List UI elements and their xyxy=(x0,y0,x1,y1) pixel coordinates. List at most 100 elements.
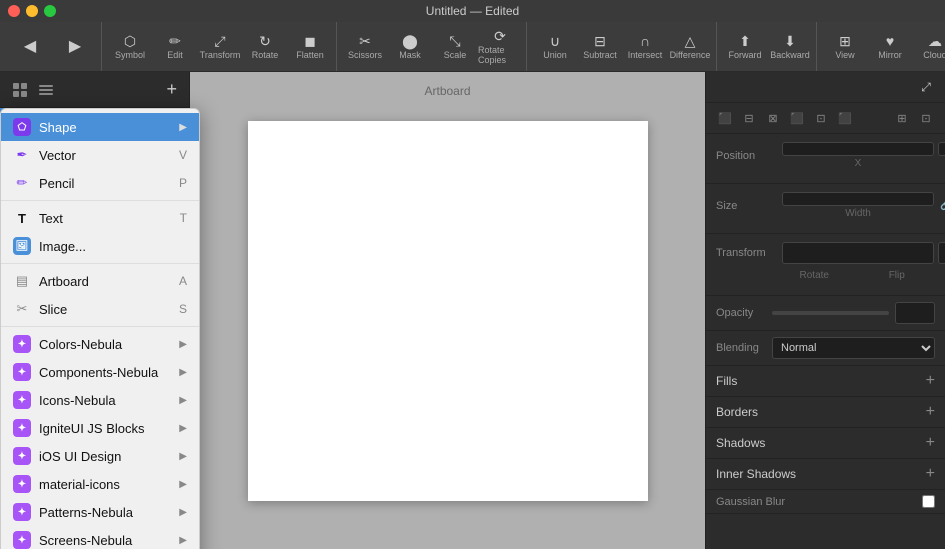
menu-item-icons-nebula[interactable]: ✦Icons-Nebula▶ xyxy=(1,386,199,414)
add-inner-shadow-button[interactable]: + xyxy=(926,465,935,483)
forward-label: Forward xyxy=(728,50,761,60)
menu-item-slice[interactable]: ✂SliceS xyxy=(1,295,199,323)
toolbar-back-button[interactable]: ◀ xyxy=(8,25,52,69)
view-icon: ⊞ xyxy=(839,34,851,48)
lock-icon[interactable]: 🔗 xyxy=(938,192,945,219)
toolbar-forward-button2[interactable]: ⬆ Forward xyxy=(723,25,767,69)
toolbar-transform-button[interactable]: ⤢ Transform xyxy=(198,25,242,69)
view-mode-button[interactable] xyxy=(8,78,32,102)
toolbar-scale-button[interactable]: ⤡ Scale xyxy=(433,25,477,69)
menu-item-shape[interactable]: ⬠Shape▶ xyxy=(1,113,199,141)
add-border-button[interactable]: + xyxy=(926,403,935,421)
menu-item-artboard[interactable]: ▤ArtboardA xyxy=(1,267,199,295)
toolbar-view-button[interactable]: ⊞ View xyxy=(823,25,867,69)
borders-section: Borders + xyxy=(706,397,945,428)
minimize-button[interactable] xyxy=(26,5,38,17)
opacity-input[interactable] xyxy=(895,302,935,324)
align-right-button[interactable]: ⊠ xyxy=(762,107,784,129)
vector-menu-label: Vector xyxy=(39,148,171,163)
add-fill-button[interactable]: + xyxy=(926,372,935,390)
material-icons-menu-icon: ✦ xyxy=(13,475,31,493)
right-icon-row: ⤢ xyxy=(706,72,945,103)
mask-label: Mask xyxy=(399,50,421,60)
toolbar-scissors-button[interactable]: ✂ Scissors xyxy=(343,25,387,69)
toolbar-difference-button[interactable]: △ Difference xyxy=(668,25,712,69)
edit-icon: ✏ xyxy=(169,34,181,48)
menu-item-text[interactable]: TTextT xyxy=(1,204,199,232)
inspector-resize-icon[interactable]: ⤢ xyxy=(915,76,937,98)
patterns-nebula-menu-label: Patterns-Nebula xyxy=(39,505,171,520)
toolbar-forward-button[interactable]: ▶ xyxy=(53,25,97,69)
menu-item-image[interactable]: 🖼 Image... xyxy=(1,232,199,260)
menu-item-ios-ui[interactable]: ✦iOS UI Design▶ xyxy=(1,442,199,470)
y-field: Y xyxy=(938,142,945,169)
menu-item-pencil[interactable]: ✏PencilP xyxy=(1,169,199,197)
flip-input[interactable] xyxy=(938,242,945,264)
toolbar-intersect-button[interactable]: ∩ Intersect xyxy=(623,25,667,69)
cloud-icon: ☁ xyxy=(928,34,942,48)
toolbar-rotate-button[interactable]: ↻ Rotate xyxy=(243,25,287,69)
vector-shortcut: V xyxy=(179,148,187,162)
menu-item-screens-nebula[interactable]: ✦Screens-Nebula▶ xyxy=(1,526,199,549)
scissors-label: Scissors xyxy=(348,50,382,60)
align-row: ⬛ ⊟ ⊠ ⬛ ⊡ ⬛ ⊞ ⊡ xyxy=(706,103,945,134)
slice-shortcut: S xyxy=(179,302,187,316)
toolbar-group-tools: ⬡ Symbol ✏ Edit ⤢ Transform ↻ Rotate ◼ F… xyxy=(104,22,337,71)
rotate-label: Rotate xyxy=(252,50,279,60)
screens-nebula-menu-icon: ✦ xyxy=(13,531,31,549)
align-left-button[interactable]: ⬛ xyxy=(714,107,736,129)
toolbar-union-button[interactable]: ∪ Union xyxy=(533,25,577,69)
opacity-slider[interactable] xyxy=(772,311,889,315)
y-input[interactable] xyxy=(938,142,945,156)
align-center-v-button[interactable]: ⊡ xyxy=(810,107,832,129)
toolbar-backward-button[interactable]: ⬇ Backward xyxy=(768,25,812,69)
screens-nebula-chevron-icon: ▶ xyxy=(179,535,187,546)
distribute-v-button[interactable]: ⊡ xyxy=(915,107,937,129)
components-nebula-menu-label: Components-Nebula xyxy=(39,365,171,380)
toolbar-group-arrange: ⬆ Forward ⬇ Backward xyxy=(719,22,817,71)
toolbar-mirror-button[interactable]: ♥ Mirror xyxy=(868,25,912,69)
igniteuijs-menu-icon: ✦ xyxy=(13,419,31,437)
menu-item-material-icons[interactable]: ✦material-icons▶ xyxy=(1,470,199,498)
toolbar-symbol-button[interactable]: ⬡ Symbol xyxy=(108,25,152,69)
opacity-label: Opacity xyxy=(716,307,766,319)
image-menu-label: Image... xyxy=(39,239,187,254)
artboard-menu-label: Artboard xyxy=(39,274,171,289)
text-menu-label: Text xyxy=(39,211,172,226)
width-label: Width xyxy=(782,208,934,219)
x-input[interactable] xyxy=(782,142,934,156)
toolbar-cloud-button[interactable]: ☁ Cloud xyxy=(913,25,945,69)
menu-item-igniteuijs[interactable]: ✦IgniteUI JS Blocks▶ xyxy=(1,414,199,442)
width-input[interactable] xyxy=(782,192,934,206)
gaussian-blur-toggle[interactable] xyxy=(922,495,935,508)
align-center-h-button[interactable]: ⊟ xyxy=(738,107,760,129)
menu-item-vector[interactable]: ✒ Vector V xyxy=(1,141,199,169)
image-menu-icon: 🖼 xyxy=(13,237,31,255)
toolbar-group-nav: ◀ ▶ xyxy=(4,22,102,71)
list-mode-button[interactable] xyxy=(34,78,58,102)
toolbar-rotate-copies-button[interactable]: ⟳ Rotate Copies xyxy=(478,25,522,69)
toolbar-edit-button[interactable]: ✏ Edit xyxy=(153,25,197,69)
align-bottom-button[interactable]: ⬛ xyxy=(834,107,856,129)
colors-nebula-menu-label: Colors-Nebula xyxy=(39,337,171,352)
toolbar-subtract-button[interactable]: ⊟ Subtract xyxy=(578,25,622,69)
menu-item-patterns-nebula[interactable]: ✦Patterns-Nebula▶ xyxy=(1,498,199,526)
align-top-button[interactable]: ⬛ xyxy=(786,107,808,129)
rotate-input[interactable] xyxy=(782,242,934,264)
toolbar-mask-button[interactable]: ⬤ Mask xyxy=(388,25,432,69)
union-label: Union xyxy=(543,50,567,60)
add-shadow-button[interactable]: + xyxy=(926,434,935,452)
toolbar-flatten-button[interactable]: ◼ Flatten xyxy=(288,25,332,69)
right-panel: ⤢ ⬛ ⊟ ⊠ ⬛ ⊡ ⬛ ⊞ ⊡ Position X xyxy=(705,72,945,549)
close-button[interactable] xyxy=(8,5,20,17)
menu-item-components-nebula[interactable]: ✦Components-Nebula▶ xyxy=(1,358,199,386)
shadows-label: Shadows xyxy=(716,436,765,450)
vector-menu-icon: ✒ xyxy=(13,146,31,164)
maximize-button[interactable] xyxy=(44,5,56,17)
add-layer-button[interactable]: + xyxy=(162,75,181,104)
canvas-area[interactable]: Artboard xyxy=(190,72,705,549)
blending-select[interactable]: Normal xyxy=(772,337,935,359)
distribute-h-button[interactable]: ⊞ xyxy=(891,107,913,129)
menu-item-colors-nebula[interactable]: ✦Colors-Nebula▶ xyxy=(1,330,199,358)
difference-icon: △ xyxy=(685,34,696,48)
